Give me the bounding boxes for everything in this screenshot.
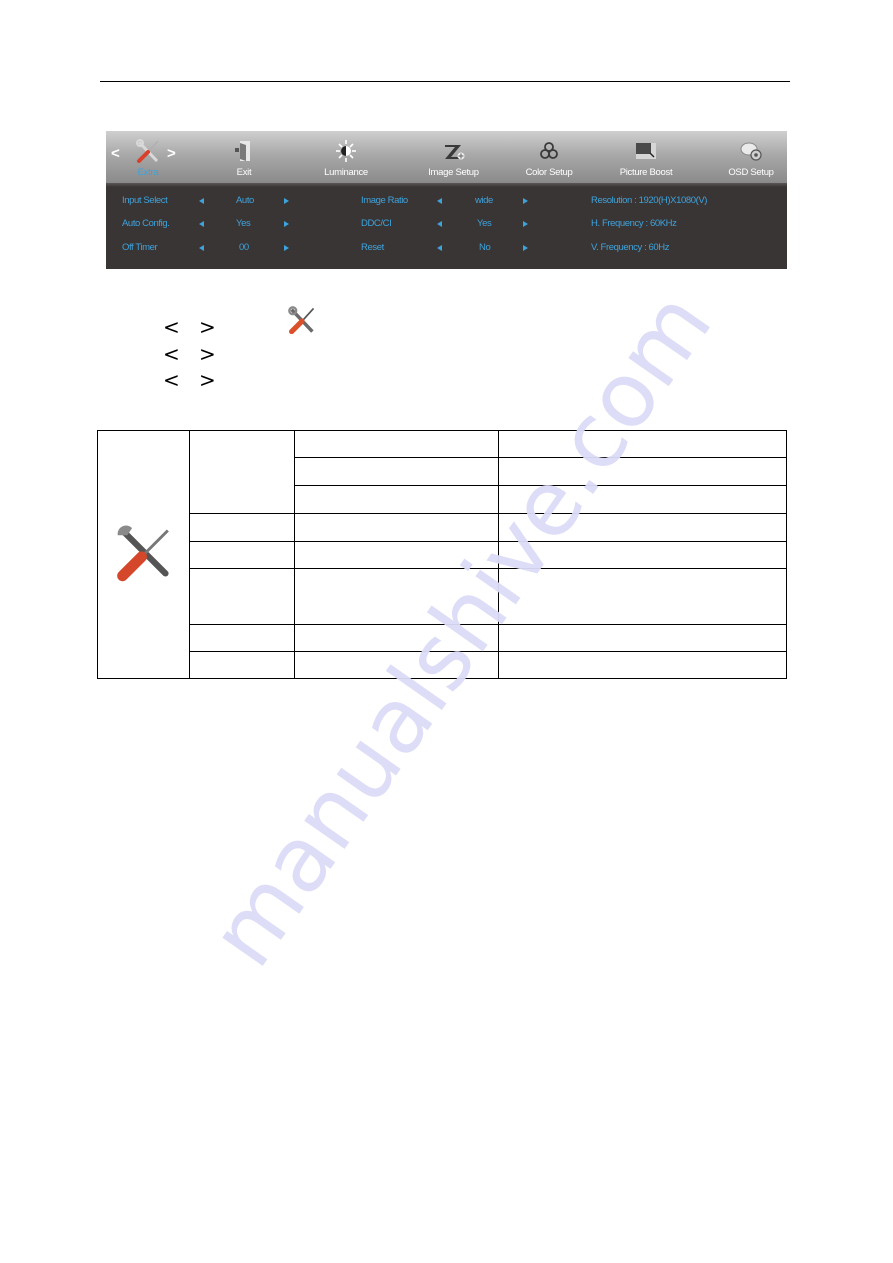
tab-osd-setup[interactable]: OSD Setup (716, 131, 786, 183)
setting-value: wide (475, 195, 493, 206)
setting-value: Yes (236, 218, 251, 229)
increase-arrow-icon[interactable] (523, 245, 528, 251)
decrease-arrow-icon[interactable] (199, 221, 204, 227)
table-cell (294, 485, 499, 514)
increase-arrow-icon[interactable] (284, 198, 289, 204)
tab-image-setup[interactable]: Image Setup (416, 131, 491, 183)
setting-label: Input Select (122, 195, 168, 206)
tab-label: OSD Setup (728, 167, 774, 178)
decrease-arrow-icon[interactable] (199, 245, 204, 251)
table-cell (498, 541, 787, 569)
table-cell (189, 430, 295, 514)
osd-menu: < > Extra Exit Luminance Image Setup Col… (106, 131, 787, 269)
osd-setup-icon (740, 142, 762, 161)
tab-label: Image Setup (428, 167, 479, 178)
table-cell (294, 651, 499, 679)
info-h-frequency: H. Frequency : 60KHz (591, 218, 677, 229)
table-cell (498, 624, 787, 652)
increase-arrow-icon[interactable] (523, 198, 528, 204)
setting-label: Auto Config. (122, 218, 170, 229)
table-cell (498, 485, 787, 514)
color-circles-icon (540, 142, 558, 159)
table-cell (189, 624, 295, 652)
table-cell (189, 541, 295, 569)
chevron-left-icon: < (163, 315, 180, 339)
tab-extra[interactable]: Extra (118, 131, 178, 183)
info-resolution: Resolution : 1920(H)X1080(V) (591, 195, 708, 206)
increase-arrow-icon[interactable] (284, 245, 289, 251)
setting-label: DDC/CI (361, 218, 392, 229)
table-row (97, 430, 787, 679)
table-cell (498, 651, 787, 679)
table-cell (189, 651, 295, 679)
table-cell (498, 457, 787, 486)
increase-arrow-icon[interactable] (523, 221, 528, 227)
setting-value: Auto (236, 195, 254, 206)
image-setup-icon (444, 145, 464, 160)
setting-value: No (479, 242, 491, 253)
reference-table (97, 430, 787, 679)
table-row (98, 541, 787, 569)
chevron-right-icon: > (199, 368, 216, 392)
decrease-arrow-icon[interactable] (199, 198, 204, 204)
exit-door-icon (235, 141, 250, 161)
tools-icon (136, 139, 159, 163)
table-icon-cell (97, 430, 190, 679)
chevron-left-icon: < (163, 342, 180, 366)
decrease-arrow-icon[interactable] (437, 198, 442, 204)
decrease-arrow-icon[interactable] (437, 245, 442, 251)
tab-label: Picture Boost (619, 167, 673, 178)
tab-luminance[interactable]: Luminance (311, 131, 381, 183)
table-cell (498, 430, 787, 458)
picture-boost-icon (636, 143, 656, 159)
table-cell (294, 513, 499, 542)
table-cell (189, 568, 295, 625)
table-cell (189, 513, 295, 542)
info-v-frequency: V. Frequency : 60Hz (591, 242, 670, 253)
setting-label: Reset (361, 242, 384, 253)
decrease-arrow-icon[interactable] (437, 221, 442, 227)
table-cell (294, 430, 499, 458)
chevron-right-icon: > (199, 315, 216, 339)
setting-value: 00 (239, 242, 249, 253)
table-cell (498, 568, 787, 625)
table-cell (294, 457, 499, 486)
setting-value: Yes (477, 218, 492, 229)
osd-tab-bar: < > Extra Exit Luminance Image Setup Col… (106, 131, 787, 183)
page-header-rule (100, 81, 790, 82)
chevron-left-icon: < (163, 368, 180, 392)
table-row (98, 568, 787, 625)
tab-picture-boost[interactable]: Picture Boost (606, 131, 686, 183)
tab-label: Luminance (324, 167, 368, 178)
setting-label: Image Ratio (361, 195, 408, 206)
table-cell (294, 568, 499, 625)
table-cell (294, 541, 499, 569)
tab-exit[interactable]: Exit (214, 131, 274, 183)
setting-label: Off Timer (122, 242, 158, 253)
table-cell (294, 624, 499, 652)
table-row (98, 513, 787, 542)
tab-label: Exit (236, 167, 252, 178)
tools-icon (116, 525, 169, 582)
tab-label: Extra (137, 167, 159, 178)
tab-label: Color Setup (525, 167, 573, 178)
sun-icon (336, 140, 356, 162)
table-row (98, 624, 787, 652)
table-cell (498, 513, 787, 542)
table-row (98, 651, 787, 679)
increase-arrow-icon[interactable] (284, 221, 289, 227)
tools-icon (288, 306, 315, 334)
tab-color-setup[interactable]: Color Setup (514, 131, 584, 183)
chevron-right-icon: > (199, 342, 216, 366)
